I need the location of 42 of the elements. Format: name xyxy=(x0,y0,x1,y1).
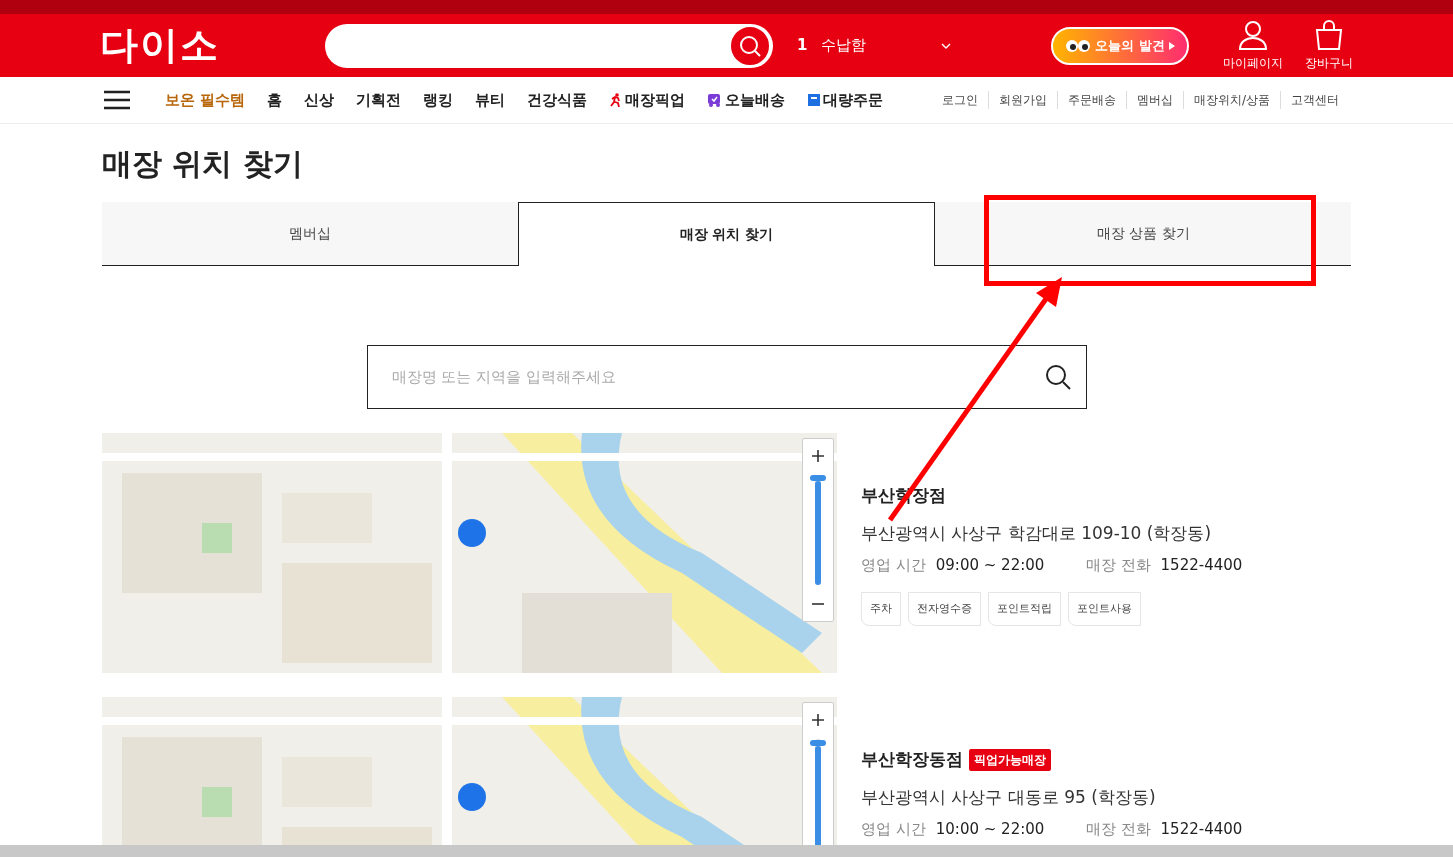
nav-item[interactable]: 신상 xyxy=(304,88,335,112)
nav-item[interactable]: 매장픽업 xyxy=(609,88,686,112)
top-link[interactable]: 고객센터 xyxy=(1280,91,1349,109)
nav-item[interactable]: 뷰티 xyxy=(475,88,506,112)
nav-item[interactable]: 오늘배송 xyxy=(707,88,786,112)
top-link[interactable]: 회원가입 xyxy=(987,91,1057,109)
logo[interactable]: 다이소 xyxy=(100,17,325,74)
phone-label: 매장 전화 xyxy=(1085,819,1151,840)
top-link[interactable]: 멤버십 xyxy=(1125,91,1183,109)
top-link[interactable]: 로그인 xyxy=(931,91,988,109)
nav-item[interactable]: 랭킹 xyxy=(423,88,454,112)
store-hours: 10:00 ~ 22:00 xyxy=(935,819,1046,840)
nav-item[interactable]: 건강식품 xyxy=(527,88,588,112)
cart-link[interactable]: 장바구니 xyxy=(1304,19,1353,72)
service-tag: 주차 xyxy=(861,591,901,626)
nav-item[interactable]: 기획전 xyxy=(356,88,402,112)
hours-label: 영업 시간 xyxy=(861,819,926,840)
store-phone: 1522-4400 xyxy=(1160,819,1243,840)
nav-item[interactable]: 보온 필수템 xyxy=(165,88,246,112)
nav-item[interactable]: 대량주문 xyxy=(807,88,884,112)
service-tag: 포인트사용 xyxy=(1068,591,1141,626)
mypage-link[interactable]: 마이페이지 xyxy=(1222,19,1283,72)
ranking-keyword[interactable]: 수납함 xyxy=(821,34,942,57)
page-title: 매장 위치 찾기 xyxy=(102,145,304,183)
store-address: 부산광역시 사상구 대동로 95 (학장동) xyxy=(861,785,1157,809)
store-address: 부산광역시 사상구 학감대로 109-10 (학장동) xyxy=(861,521,1213,545)
store-search-field[interactable]: 매장명 또는 지역을 입력해주세요 xyxy=(366,345,1087,409)
nav-item[interactable]: 홈 xyxy=(267,88,283,112)
hours-label: 영업 시간 xyxy=(861,555,926,576)
ranking-number: 1 xyxy=(797,35,808,57)
top-link[interactable]: 매장위치/상품 xyxy=(1182,91,1280,109)
store-name: 부산학장동점 xyxy=(861,748,963,771)
service-tag: 전자영수증 xyxy=(908,591,981,626)
store-phone: 1522-4400 xyxy=(1160,555,1243,576)
top-link[interactable]: 주문배송 xyxy=(1056,91,1126,109)
service-tag: 포인트적립 xyxy=(988,591,1061,626)
tab[interactable]: 멤버십 xyxy=(102,202,518,266)
store-hours: 09:00 ~ 22:00 xyxy=(935,555,1046,576)
phone-label: 매장 전화 xyxy=(1085,555,1151,576)
tab[interactable]: 매장 위치 찾기 xyxy=(517,202,936,266)
tab[interactable]: 매장 상품 찾기 xyxy=(935,202,1351,266)
pickup-badge: 픽업가능매장 xyxy=(969,748,1051,771)
